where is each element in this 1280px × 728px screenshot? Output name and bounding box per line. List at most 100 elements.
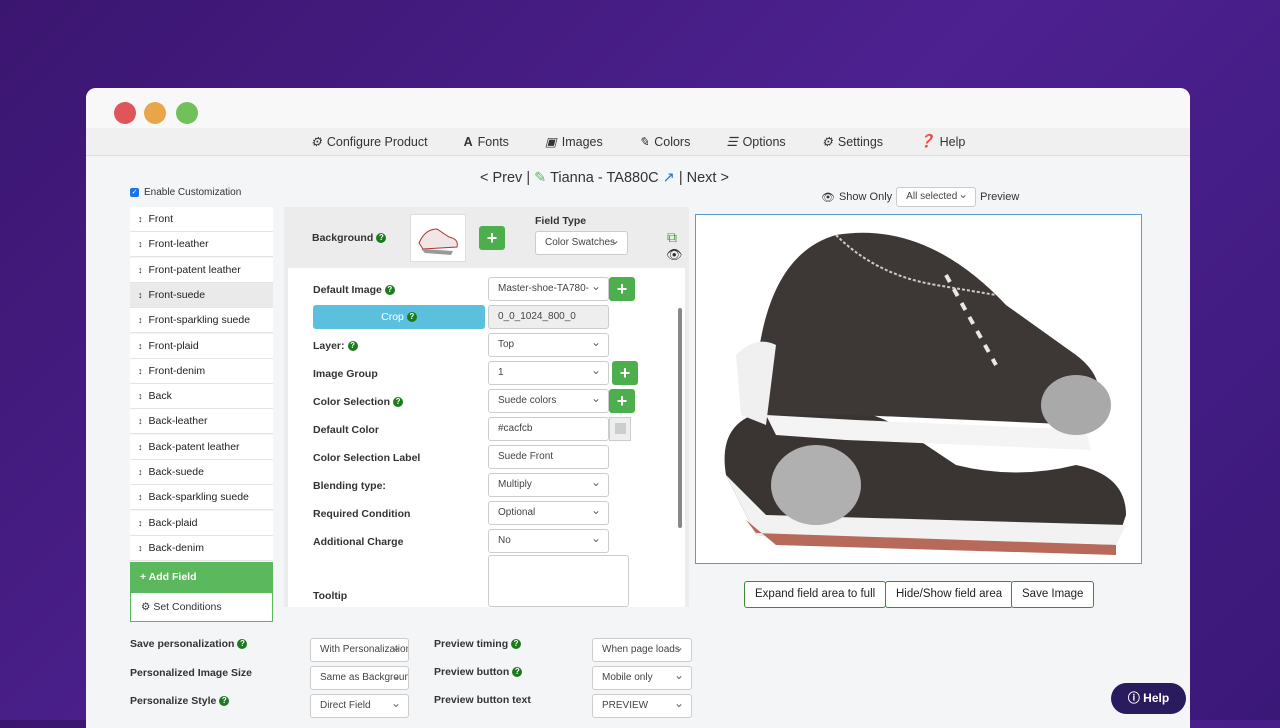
edit-icon[interactable]: ✎ [534,170,546,186]
layer-select[interactable]: Top [488,333,609,357]
field-item[interactable]: ↕ Back-leather [130,409,273,435]
default-color-input[interactable]: #cacfcb [488,417,609,441]
help-chat-button[interactable]: ⓘ Help [1111,683,1186,714]
prev-link[interactable]: < Prev | [480,170,530,186]
save-image-button[interactable]: Save Image [1011,581,1095,608]
field-type-select[interactable]: Color Swatches [535,231,628,255]
preview-timing-label: Preview timing? [434,638,522,650]
field-item[interactable]: ↕ Front-leather [130,232,273,258]
charge-label: Additional Charge [313,536,404,548]
next-link[interactable]: | Next > [679,170,729,186]
field-item[interactable]: ↕ Front [130,207,273,232]
external-link-icon[interactable]: ↗ [663,170,675,186]
field-panel: Background? + Field Type Color Swatches … [284,207,689,607]
expand-field-area-button[interactable]: Expand field area to full [744,581,887,608]
personalize-style-select[interactable]: Direct Field [310,694,409,718]
required-select[interactable]: Optional [488,501,609,525]
background-thumbnail[interactable] [410,214,466,262]
drag-handle-icon[interactable]: ↕ [138,239,143,249]
minimize-window-button[interactable] [144,102,166,124]
field-item[interactable]: ↕ Back-patent leather [130,434,273,460]
menu-configure-product[interactable]: ⚙ Configure Product [311,134,428,150]
color-selection-select[interactable]: Suede colors [488,389,609,413]
field-item[interactable]: ↕ Back-plaid [130,510,273,536]
help-icon[interactable]: ? [237,639,248,650]
preview-timing-select[interactable]: When page loads [592,638,692,662]
field-item[interactable]: ↕ Back-denim [130,535,273,561]
copy-icon[interactable]: ⧉ [667,229,677,246]
field-item[interactable]: ↕ Back-sparkling suede [130,485,273,511]
drag-handle-icon[interactable]: ↕ [138,416,143,426]
background-label: Background? [312,232,387,244]
help-icon[interactable]: ? [219,696,230,707]
add-background-button[interactable]: + [479,226,505,250]
help-icon[interactable]: ? [393,397,404,408]
preview-image [695,214,1142,564]
preview-button-label: Preview button? [434,666,523,678]
help-icon[interactable]: ? [376,233,387,244]
color-sel-label-input[interactable]: Suede Front [488,445,609,469]
drag-handle-icon[interactable]: ↕ [138,391,143,401]
image-group-select[interactable]: 1 [488,361,609,385]
close-window-button[interactable] [114,102,136,124]
scrollbar[interactable] [678,308,682,528]
menu-colors[interactable]: ✎ Colors [639,134,691,150]
image-icon: ▣ [544,135,557,149]
checkbox-checked[interactable]: ✓ [130,188,139,197]
drag-handle-icon[interactable]: ↕ [138,492,143,502]
enable-customization[interactable]: ✓ Enable Customization [130,187,241,198]
menu-settings[interactable]: ⚙ Settings [822,134,883,150]
charge-select[interactable]: No [488,529,609,553]
image-size-select[interactable]: Same as Background [310,666,409,690]
field-item[interactable]: ↕ Front-denim [130,358,273,384]
set-conditions-button[interactable]: ⚙ Set Conditions [130,592,273,622]
field-item[interactable]: ↕ Back [130,384,273,410]
drag-handle-icon[interactable]: ↕ [138,341,143,351]
menu-help[interactable]: ❓ Help [919,134,965,149]
field-item[interactable]: ↕ Front-plaid [130,333,273,359]
menu-options[interactable]: ☰ Options [726,134,785,150]
gear-icon: ⚙ [141,601,151,613]
color-swatch-button[interactable] [609,417,631,441]
drag-handle-icon[interactable]: ↕ [138,214,143,224]
add-image-group-button[interactable]: + [612,361,638,385]
preview-button-text-label: Preview button text [434,694,531,706]
drag-handle-icon[interactable]: ↕ [138,265,143,275]
drag-handle-icon[interactable]: ↕ [138,518,143,528]
add-color-selection-button[interactable]: + [609,389,635,413]
maximize-window-button[interactable] [176,102,198,124]
add-field-button[interactable]: + Add Field [130,562,273,592]
drag-handle-icon[interactable]: ↕ [138,366,143,376]
drag-handle-icon[interactable]: ↕ [138,467,143,477]
field-item[interactable]: ↕ Front-suede [130,282,273,308]
preview-button-text-input[interactable]: PREVIEW [592,694,692,718]
blending-select[interactable]: Multiply [488,473,609,497]
field-item[interactable]: ↕ Front-sparkling suede [130,308,273,334]
hide-show-field-area-button[interactable]: Hide/Show field area [885,581,1014,608]
drag-handle-icon[interactable]: ↕ [138,315,143,325]
show-only-select[interactable]: All selected [896,187,977,207]
shoe-thumbnail-icon [418,228,458,255]
crop-value-input: 0_0_1024_800_0 [488,305,609,329]
help-icon[interactable]: ? [384,285,395,296]
help-icon[interactable]: ? [511,639,522,650]
help-icon[interactable]: ? [347,341,358,352]
menu-images[interactable]: ▣ Images [544,134,603,150]
menu-fonts[interactable]: A Fonts [464,135,509,149]
eye-icon[interactable]: 👁 [666,247,683,263]
tooltip-textarea[interactable] [488,555,629,607]
main-menu: ⚙ Configure Product A Fonts ▣ Images ✎ Color… [86,128,1190,156]
crop-button[interactable]: Crop? [313,305,485,329]
preview-button-select[interactable]: Mobile only [592,666,692,690]
save-personalization-select[interactable]: With Personalization [310,638,409,662]
save-personalization-label: Save personalization? [130,638,248,650]
field-item[interactable]: ↕ Front-patent leather [130,257,273,283]
add-default-image-button[interactable]: + [609,277,635,301]
default-image-select[interactable]: Master-shoe-TA780- [488,277,609,301]
drag-handle-icon[interactable]: ↕ [138,543,143,553]
field-type-label: Field Type [535,215,587,227]
help-icon[interactable]: ? [512,667,523,678]
drag-handle-icon[interactable]: ↕ [138,442,143,452]
field-item[interactable]: ↕ Back-suede [130,460,273,485]
drag-handle-icon[interactable]: ↕ [138,290,143,300]
